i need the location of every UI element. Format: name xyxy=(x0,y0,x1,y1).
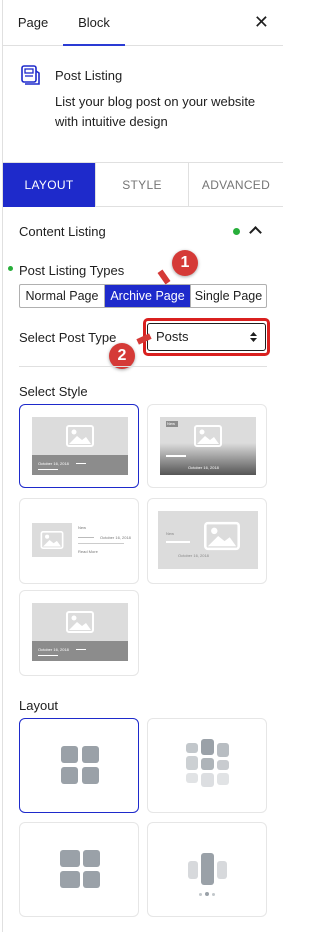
image-icon xyxy=(204,521,240,551)
block-description: List your blog post on your website with… xyxy=(55,94,256,129)
select-arrows-icon xyxy=(250,332,257,342)
image-icon xyxy=(194,425,222,447)
image-icon xyxy=(40,531,64,549)
slide xyxy=(188,861,198,879)
post-listing-types-toggle: Normal Page Archive Page Single Page xyxy=(19,284,267,308)
grid-cell xyxy=(82,767,99,784)
caption-line xyxy=(38,469,58,470)
block-settings-sidebar: Page Block ✕ Post Listing List your blog… xyxy=(2,0,283,932)
annotation-badge-1: 1 xyxy=(172,250,198,276)
grid-cell xyxy=(61,767,78,784)
select-style-label: Select Style xyxy=(19,384,88,399)
masonry-cell xyxy=(217,773,229,785)
style-card-new: New xyxy=(166,531,175,536)
layout-option-list[interactable] xyxy=(19,822,139,917)
sidebar-header: Page Block ✕ xyxy=(3,0,283,46)
post-type-value: Posts xyxy=(156,329,189,344)
masonry-cell xyxy=(201,739,214,755)
style-option-5[interactable]: October 16, 2018 xyxy=(19,590,139,676)
post-listing-icon xyxy=(21,65,40,85)
block-card: Post Listing List your blog post on your… xyxy=(3,46,283,162)
image-icon xyxy=(66,611,94,633)
masonry-cell xyxy=(186,773,198,783)
layout-option-carousel[interactable] xyxy=(147,822,267,917)
grid-cell xyxy=(61,746,78,763)
style-option-4[interactable]: New October 16, 2018 xyxy=(147,498,267,584)
style-card-new: New xyxy=(78,525,87,530)
masonry-cell xyxy=(217,743,229,757)
slide xyxy=(201,853,214,885)
style-card-date: October 16, 2018 xyxy=(38,647,69,652)
block-title: Post Listing xyxy=(55,68,123,83)
tab-block[interactable]: Block xyxy=(63,0,125,46)
tab-page[interactable]: Page xyxy=(3,0,63,46)
layout-option-grid[interactable] xyxy=(19,718,139,813)
select-post-type-label: Select Post Type xyxy=(19,330,117,345)
grid-cell xyxy=(83,850,100,867)
tab-layout[interactable]: LAYOUT xyxy=(3,163,96,207)
meta-line xyxy=(78,537,94,538)
grid-cell xyxy=(82,746,99,763)
post-listing-types-label: Post Listing Types xyxy=(19,263,125,278)
slide xyxy=(217,861,227,879)
style-card-read-more: Read More xyxy=(78,549,98,554)
style-option-2[interactable]: New October 16, 2018 xyxy=(147,404,267,488)
grid-cell xyxy=(60,850,80,867)
modified-dot xyxy=(8,266,13,271)
option-normal-page[interactable]: Normal Page xyxy=(20,285,105,307)
section-divider xyxy=(19,366,267,367)
style-card-date: October 16, 2018 xyxy=(178,553,209,558)
masonry-cell xyxy=(186,756,198,770)
style-card-date: October 16, 2018 xyxy=(188,465,219,470)
style-card-date: October 16, 2018 xyxy=(38,461,69,466)
settings-tabs: LAYOUT STYLE ADVANCED xyxy=(3,162,283,207)
grid-cell xyxy=(83,871,100,888)
tab-advanced[interactable]: ADVANCED xyxy=(189,163,283,207)
image-icon xyxy=(66,425,94,447)
option-archive-page[interactable]: Archive Page xyxy=(105,285,191,307)
masonry-cell xyxy=(201,773,214,787)
masonry-cell xyxy=(186,743,198,753)
content-listing-title[interactable]: Content Listing xyxy=(19,224,106,239)
layout-label: Layout xyxy=(19,698,59,713)
text-line xyxy=(78,543,124,544)
carousel-dot xyxy=(212,893,215,896)
tab-style[interactable]: STYLE xyxy=(96,163,189,207)
close-icon[interactable]: ✕ xyxy=(254,10,269,34)
status-dot xyxy=(233,228,240,235)
grid-cell xyxy=(60,871,80,888)
option-single-page[interactable]: Single Page xyxy=(191,285,266,307)
style-card-date: October 16, 2018 xyxy=(100,535,131,540)
masonry-cell xyxy=(201,758,214,770)
post-type-select[interactable]: Posts xyxy=(147,323,266,351)
masonry-cell xyxy=(217,760,229,770)
style-card-new: New xyxy=(167,421,176,426)
style-option-3[interactable]: New October 16, 2018 Read More xyxy=(19,498,139,584)
chevron-up-icon[interactable] xyxy=(249,226,262,239)
carousel-dot xyxy=(205,892,209,896)
style-option-1[interactable]: October 16, 2018 xyxy=(19,404,139,488)
title-line xyxy=(166,541,190,543)
layout-option-masonry[interactable] xyxy=(147,718,267,813)
caption-line xyxy=(38,655,58,656)
carousel-dot xyxy=(199,893,202,896)
caption-line xyxy=(76,463,86,464)
annotation-arrow-1 xyxy=(157,269,171,285)
title-line xyxy=(166,455,186,457)
caption-line xyxy=(76,649,86,650)
